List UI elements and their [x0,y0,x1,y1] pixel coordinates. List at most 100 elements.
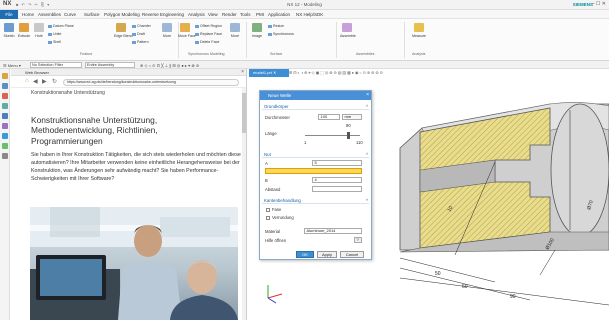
fase-checkbox[interactable] [266,208,270,212]
view-toolbar[interactable]: ⊞ ⊟ ◐ ◑ ⊕ ⌖ ◇ ▣ ⬚ ◎ ⊗ ⊘ ▤ ▥ ▦ ● ◉ ○ ⊙ ⊚ … [289,70,609,76]
dim-60-label: 60 [462,284,468,290]
tab-pmi[interactable]: PMI [256,12,264,17]
process-studio-icon[interactable] [2,143,8,149]
dim-90-label: 90 [510,294,516,300]
group-assemblies: Assemblies [356,52,375,56]
assemble-icon [342,23,352,32]
tab-polygon-modeling[interactable]: Polygon Modeling [104,12,140,17]
edge-blend-button[interactable]: Edge Blend [114,23,133,39]
home-icon[interactable]: ⌂ [25,78,29,84]
apply-button[interactable]: Apply [317,251,337,258]
shell-button[interactable]: Shell [48,40,61,44]
assembly-navigator-icon[interactable] [2,83,8,89]
help-icon[interactable]: ? [354,237,362,243]
extrude-button[interactable]: Extrude [17,23,31,39]
back-icon[interactable]: ◀ [33,78,38,85]
close-icon[interactable]: × [241,69,244,75]
hole-button[interactable]: Hole [32,23,46,39]
section-kantenbehandlung[interactable]: Kantenbehandlung [262,197,369,204]
hilfe-label: Hilfe öffnen [265,238,287,243]
durchmesser-label: Durchmesser [265,115,290,120]
window-controls[interactable]: – ☐ ✕ [592,1,606,7]
replace-face-button[interactable]: Replace Face [195,32,222,36]
assemble-button[interactable]: Assemble [340,23,356,39]
delete-face-button[interactable]: Delete Face [195,40,219,44]
tab-reverse-engineering[interactable]: Reverse Engineering [142,12,184,17]
move-face-icon [180,23,190,32]
verrundung-label: Verrundung [272,215,294,220]
durchmesser-unit-select[interactable]: mm [342,114,362,120]
tab-curve[interactable]: Curve [64,12,76,17]
tab-surface[interactable]: Surface [84,12,100,17]
group-surface: Surface [270,52,283,56]
durchmesser-field[interactable]: 100 [318,114,340,120]
ribbon-separator [246,22,247,58]
group-feature: Feature [80,52,93,56]
image-icon [252,23,262,32]
tab-tools[interactable]: Tools [240,12,251,17]
offset-region-button[interactable]: Offset Region [195,24,222,28]
browser-nav-bar: ⌂ ◀ ▶ ↻ https://www.ed-ag.de/de/beratung… [11,76,246,88]
tab-analysis[interactable]: Analysis [188,12,205,17]
section-grundkoerper[interactable]: Grundkörper [262,103,369,110]
dialog-close-icon[interactable]: × [366,91,369,100]
constraint-navigator-icon[interactable] [2,93,8,99]
selection-filter-select[interactable]: No Selection Filter [30,62,82,68]
cancel-button[interactable]: Cancel [340,251,364,258]
unite-button[interactable]: Unite [48,32,61,36]
window-title: NX 12 - Modeling [287,2,322,7]
roles-icon[interactable] [2,153,8,159]
web-browser-icon[interactable] [2,113,8,119]
part-tab[interactable]: model1.prt ✕ [249,69,289,77]
top-border-bar: ☰ Menu ▾ No Selection Filter Entire Asse… [0,61,609,69]
ok-button[interactable]: OK [296,251,314,258]
image-button[interactable]: Image [250,23,264,39]
tab-home[interactable]: Home [22,12,34,17]
material-label: Material [265,229,280,234]
breadcrumb: Konstruktionsnahe Unterstützung [31,90,105,96]
laenge-slider[interactable] [347,132,350,139]
part-navigator-icon[interactable] [2,73,8,79]
reuse-library-icon[interactable] [2,103,8,109]
laenge-label: Länge [265,131,277,136]
measure-button[interactable]: Measure [412,23,426,39]
snap-point-toolbar[interactable]: ⊕ ◇ ○ ⊙ ⊡ ╳ ⊥ ∥ ⊞ ◎ ● ▸ ⌖ ⊗ ⊘ [140,63,199,68]
url-field[interactable]: https://www.ed-ag.de/de/beratung/konstru… [63,78,239,86]
end-face [550,103,609,237]
sketch-button[interactable]: Sketch [2,23,16,39]
a-field[interactable]: 5 [312,160,362,166]
chamfer-button[interactable]: Chamfer [132,24,151,28]
laenge-value: 90 [346,123,351,128]
verrundung-checkbox[interactable] [266,216,270,220]
b-field[interactable]: 4 [312,177,362,183]
refresh-icon[interactable]: ↻ [52,78,57,85]
tab-render[interactable]: Render [222,12,237,17]
datum-plane-button[interactable]: Datum Plane [48,24,74,28]
tab-view[interactable]: View [208,12,218,17]
material-select[interactable]: Aluminum_2014 [304,228,362,234]
pattern-button[interactable]: Pattern [132,40,149,44]
forward-icon[interactable]: ▶ [42,78,47,85]
selection-scope-select[interactable]: Entire Assembly [85,62,135,68]
abstand1-field[interactable] [265,168,362,174]
move-face-button[interactable]: Move Face [178,23,196,39]
b-label: B [265,178,268,183]
section-nut[interactable]: Nut [262,151,369,158]
more-feature-button[interactable]: More [160,23,174,39]
system-materials-icon[interactable] [2,133,8,139]
synchronous-button[interactable]: Synchronous [268,32,294,36]
shaft-model[interactable]: 10 50 60 90 Ø70 Ø100 [380,100,609,310]
abstand2-field[interactable] [312,186,362,192]
web-scrollbar-thumb[interactable] [242,93,246,133]
slider-max: 110 [356,140,363,145]
tab-nx-help[interactable]: NX Help/SDK [296,12,323,17]
file-menu-button[interactable]: File [0,10,18,19]
tab-assemblies[interactable]: Assemblies [38,12,61,17]
tab-application[interactable]: Application [268,12,290,17]
menu-button[interactable]: ☰ Menu ▾ [3,63,21,68]
more-sync-button[interactable]: More [228,23,242,39]
draft-button[interactable]: Draft [132,32,145,36]
resize-button[interactable]: Resize [268,24,284,28]
view-triad[interactable] [262,282,284,304]
history-icon[interactable] [2,123,8,129]
